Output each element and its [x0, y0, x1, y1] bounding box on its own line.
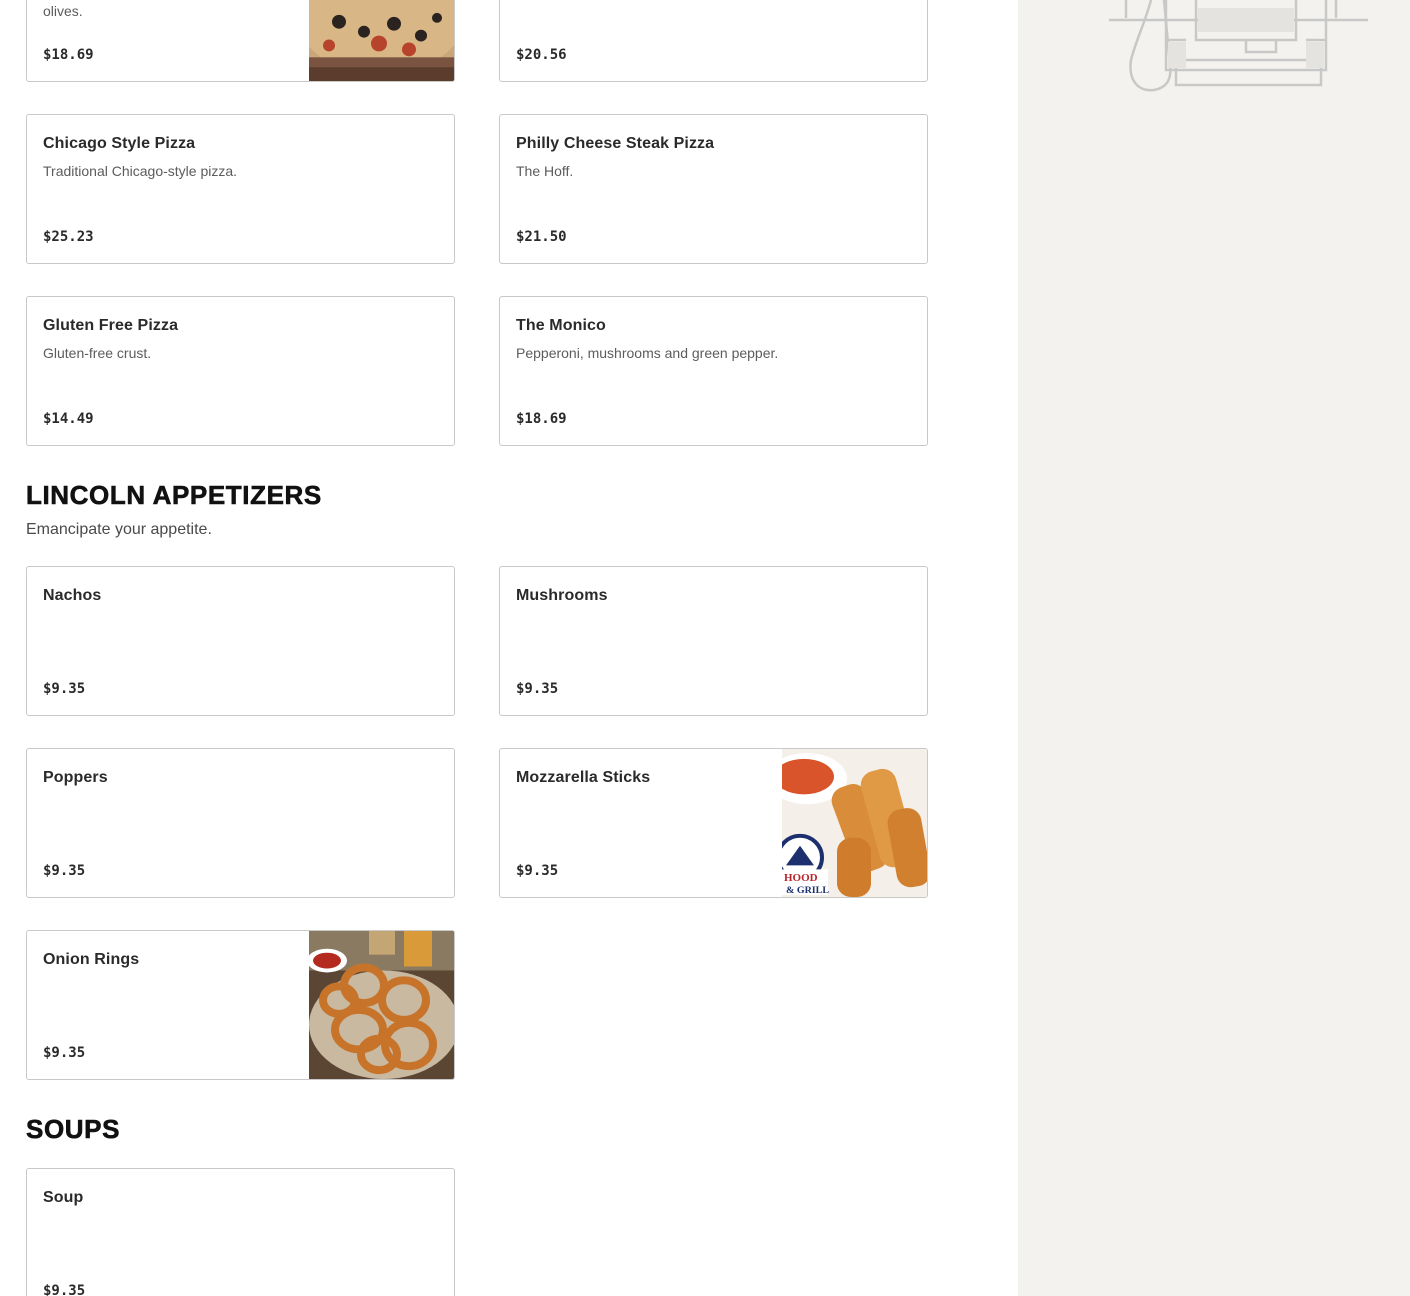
menu-item-name: Philly Cheese Steak Pizza — [516, 135, 715, 152]
menu-item-description: The Hoff. — [516, 163, 574, 179]
mozzarella-sticks-photo: HOOD & GRILL — [782, 749, 927, 897]
pizza-oven-illustration — [1106, 0, 1371, 100]
menu-item-price: $9.35 — [516, 681, 559, 697]
section-title-appetizers: LINCOLN APPETIZERS — [26, 480, 322, 511]
menu-item-nachos[interactable]: Nachos $9.35 — [26, 566, 455, 716]
menu-item-price: $9.35 — [43, 1283, 86, 1296]
menu-item-onion-rings[interactable]: Onion Rings $9.35 — [26, 930, 455, 1080]
menu-item-price: $21.50 — [516, 229, 567, 245]
menu-item-chicago-style-pizza[interactable]: Chicago Style Pizza Traditional Chicago-… — [26, 114, 455, 264]
menu-item-mushrooms[interactable]: Mushrooms $9.35 — [499, 566, 928, 716]
menu-item-name: The Monico — [516, 317, 606, 334]
menu-item-name: Onion Rings — [43, 951, 140, 968]
menu-item-price: $9.35 — [516, 863, 559, 879]
menu-item-soup[interactable]: Soup $9.35 — [26, 1168, 455, 1296]
menu-item-price: $9.35 — [43, 863, 86, 879]
menu-content: olives. $18.69 $20.56 Chicago Style Pizz… — [0, 0, 1018, 1296]
pizza-photo — [309, 0, 454, 81]
menu-item-card[interactable]: olives. $18.69 — [26, 0, 455, 82]
menu-item-card[interactable]: $20.56 — [499, 0, 928, 82]
menu-item-description: Pepperoni, mushrooms and green pepper. — [516, 345, 779, 361]
menu-item-price: $18.69 — [516, 411, 567, 427]
menu-item-price: $25.23 — [43, 229, 94, 245]
section-title-soups: SOUPS — [26, 1114, 121, 1145]
menu-item-name: Mozzarella Sticks — [516, 769, 651, 786]
menu-item-price: $18.69 — [43, 47, 94, 63]
menu-item-poppers[interactable]: Poppers $9.35 — [26, 748, 455, 898]
menu-item-name: Poppers — [43, 769, 108, 786]
menu-item-gluten-free-pizza[interactable]: Gluten Free Pizza Gluten-free crust. $14… — [26, 296, 455, 446]
menu-item-price: $14.49 — [43, 411, 94, 427]
menu-item-the-monico[interactable]: The Monico Pepperoni, mushrooms and gree… — [499, 296, 928, 446]
onion-rings-photo — [309, 931, 454, 1079]
menu-item-description: Traditional Chicago-style pizza. — [43, 163, 238, 179]
menu-item-description: olives. — [43, 3, 83, 19]
restaurant-logo: & GRILL — [786, 885, 829, 896]
menu-item-description: Gluten-free crust. — [43, 345, 152, 361]
menu-item-philly-cheese-steak-pizza[interactable]: Philly Cheese Steak Pizza The Hoff. $21.… — [499, 114, 928, 264]
menu-item-price: $9.35 — [43, 681, 86, 697]
menu-item-name: Chicago Style Pizza — [43, 135, 196, 152]
menu-item-name: Nachos — [43, 587, 102, 604]
restaurant-logo: HOOD — [784, 872, 818, 884]
menu-item-name: Gluten Free Pizza — [43, 317, 179, 334]
menu-item-mozzarella-sticks[interactable]: Mozzarella Sticks $9.35 HOOD & GRILL — [499, 748, 928, 898]
menu-item-price: $9.35 — [43, 1045, 86, 1061]
menu-item-name: Soup — [43, 1189, 84, 1206]
sidebar — [1018, 0, 1410, 1296]
section-subtitle-appetizers: Emancipate your appetite. — [26, 521, 212, 538]
menu-item-name: Mushrooms — [516, 587, 608, 604]
menu-item-price: $20.56 — [516, 47, 567, 63]
